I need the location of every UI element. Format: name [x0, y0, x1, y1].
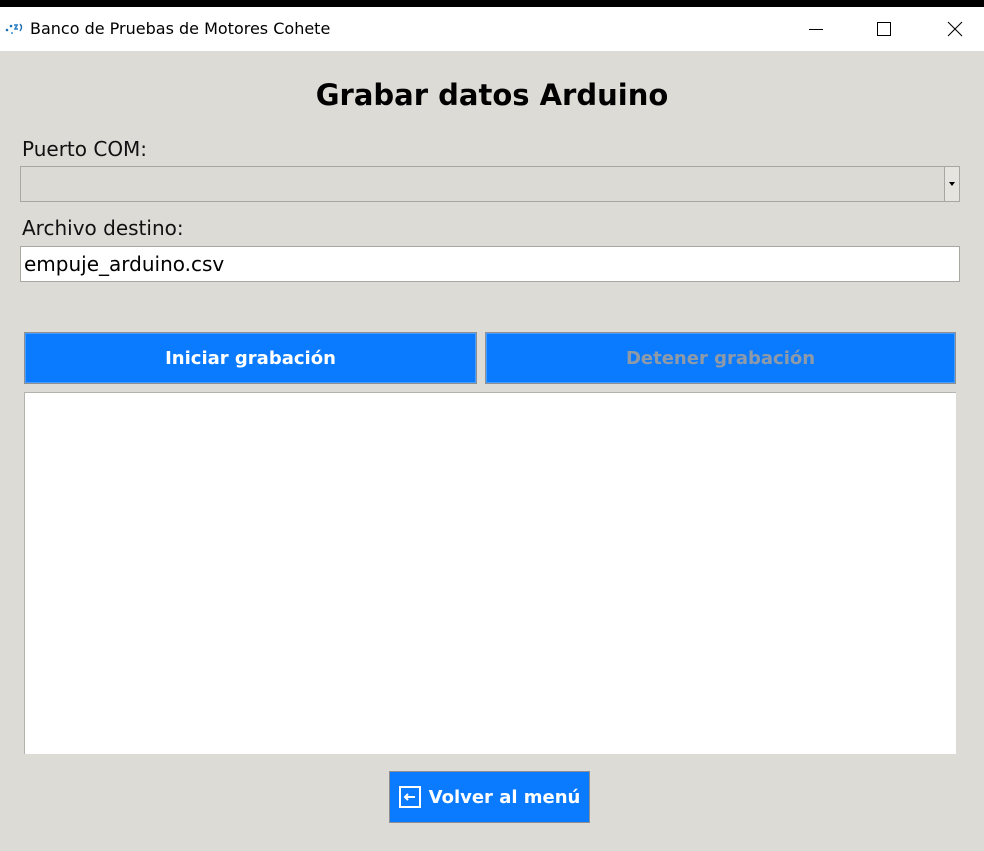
minimize-button[interactable] [786, 7, 846, 51]
back-to-menu-button[interactable]: Volver al menú [389, 771, 590, 823]
screen-top-edge [0, 0, 984, 7]
close-button[interactable] [925, 7, 984, 51]
file-label: Archivo destino: [22, 216, 184, 240]
minimize-icon [809, 29, 823, 30]
maximize-button[interactable] [854, 7, 914, 51]
start-recording-button[interactable]: Iniciar grabación [24, 332, 477, 384]
stop-recording-button[interactable]: Detener grabación [485, 332, 956, 384]
back-button-label: Volver al menú [428, 786, 581, 808]
window-title: Banco de Pruebas de Motores Cohete [30, 19, 331, 38]
port-select[interactable] [20, 166, 960, 202]
file-input[interactable] [20, 246, 960, 282]
maximize-icon [877, 22, 891, 36]
log-output[interactable] [24, 392, 956, 754]
back-arrow-icon [398, 786, 421, 808]
chevron-down-icon[interactable] [944, 167, 959, 201]
page-title: Grabar datos Arduino [315, 78, 669, 112]
app-icon [5, 23, 23, 35]
window-titlebar[interactable]: Banco de Pruebas de Motores Cohete [0, 7, 984, 51]
close-icon [947, 21, 963, 37]
port-label: Puerto COM: [22, 137, 148, 161]
